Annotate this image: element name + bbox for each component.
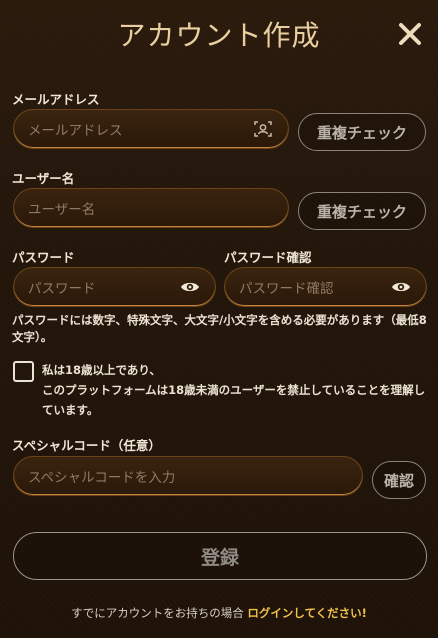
close-icon[interactable]	[396, 20, 424, 48]
login-prompt: すでにアカウントをお持ちの場合 ログインしてください!	[0, 605, 438, 621]
password-placeholder: パスワード	[28, 281, 96, 297]
special-code-confirm-button[interactable]: 確認	[372, 461, 426, 499]
password-label: パスワード	[12, 250, 75, 265]
special-code-label: スペシャルコード（任意）	[12, 438, 161, 453]
password-confirm-label: パスワード確認	[224, 250, 312, 265]
password-confirm-field[interactable]: パスワード確認	[224, 267, 427, 307]
agreement-line-1: 私は18歳以上であり、	[42, 363, 161, 377]
page-title: アカウント作成	[117, 19, 321, 52]
age-agreement-checkbox[interactable]	[13, 361, 34, 382]
username-duplicate-check-button[interactable]: 重複チェック	[298, 192, 426, 230]
signup-panel: アカウント作成 メールアドレス メールアドレス 重複チェック ユーザー名 ユーザ…	[0, 0, 438, 638]
face-scan-icon[interactable]	[252, 118, 274, 140]
username-label: ユーザー名	[12, 171, 75, 186]
email-field[interactable]: メールアドレス	[13, 109, 289, 149]
special-code-field[interactable]: スペシャルコードを入力	[13, 456, 363, 496]
password-confirm-placeholder: パスワード確認	[239, 281, 334, 297]
eye-icon[interactable]	[390, 276, 412, 298]
username-placeholder: ユーザー名	[28, 202, 96, 218]
login-link[interactable]: ログインしてください!	[247, 606, 367, 620]
register-button[interactable]: 登録	[13, 532, 427, 580]
login-prompt-text: すでにアカウントをお持ちの場合	[71, 606, 248, 620]
age-agreement-text: 私は18歳以上であり、 このプラットフォームは18歳未満のユーザーを禁止している…	[42, 360, 432, 420]
agreement-line-2: このプラットフォームは18歳未満のユーザーを禁止していることを理解しています。	[42, 383, 426, 417]
email-label: メールアドレス	[12, 92, 100, 107]
special-code-placeholder: スペシャルコードを入力	[28, 470, 176, 486]
username-field[interactable]: ユーザー名	[13, 188, 289, 228]
eye-icon[interactable]	[179, 276, 201, 298]
password-field[interactable]: パスワード	[13, 267, 216, 307]
password-requirements-note: パスワードには数字、特殊文字、大文字/小文字を含める必要があります（最低8文字）…	[12, 313, 427, 344]
email-placeholder: メールアドレス	[28, 123, 123, 139]
email-duplicate-check-button[interactable]: 重複チェック	[298, 113, 426, 151]
